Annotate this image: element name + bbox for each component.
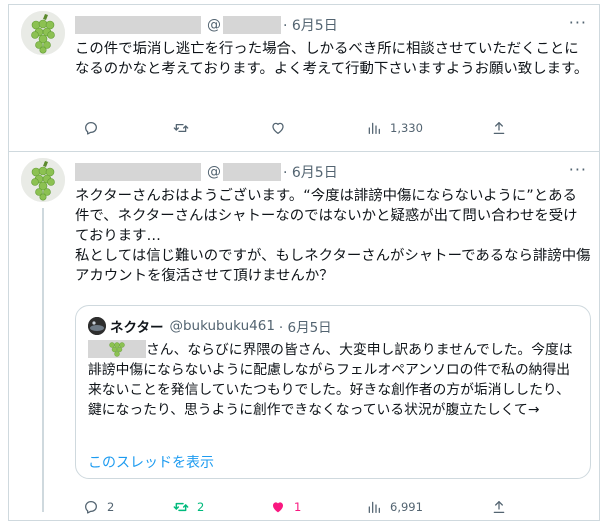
tweet-header: @ · 6月5日 [75, 15, 338, 35]
quoted-date: · 6月5日 [278, 320, 332, 336]
handle-at: @ [207, 17, 221, 33]
grape-icon [109, 342, 125, 357]
quoted-body: さん、ならびに界隈の皆さん、大変申し訳ありませんでした。今度は誹謗中傷にならない… [88, 342, 573, 418]
like-count: 1 [294, 500, 302, 514]
quoted-tweet-header: ネクター @bukubuku461 · 6月5日 [88, 316, 332, 336]
redacted-handle [223, 16, 281, 34]
redacted-display-name [75, 16, 201, 34]
views-button[interactable]: 1,330 [366, 118, 423, 138]
redacted-display-name [75, 163, 201, 181]
avatar[interactable] [21, 11, 65, 55]
quoted-handle: @bukubuku461 [169, 318, 275, 334]
views-bar-chart-icon [368, 122, 380, 134]
tweet-paragraph: 私としては信じ難いのですが、もしネクターさんがシャトーであるなら誹謗中傷アカウン… [75, 248, 591, 284]
reply-icon [85, 122, 97, 135]
more-options-icon[interactable]: ··· [569, 13, 587, 32]
share-button[interactable] [491, 497, 507, 517]
tweet-actions: 2 2 1 6,991 [75, 497, 505, 517]
tweet-date[interactable]: · 6月5日 [283, 162, 338, 182]
timeline: @ · 6月5日 ··· この件で垢消し逃亡を行った場合、しかるべき所に相談させ… [8, 4, 600, 521]
handle-at: @ [207, 164, 221, 180]
quoted-avatar [88, 317, 106, 335]
share-button[interactable] [491, 118, 507, 138]
like-button[interactable] [270, 118, 294, 138]
quoted-display-name: ネクター [110, 320, 164, 336]
reply-button[interactable]: 2 [83, 497, 114, 517]
reply-button[interactable] [83, 118, 107, 138]
grape-icon [21, 11, 65, 55]
tweet-date[interactable]: · 6月5日 [283, 15, 338, 35]
views-bar-chart-icon [368, 501, 380, 513]
retweet-icon [173, 502, 189, 512]
redacted-handle [223, 163, 281, 181]
views-count: 6,991 [390, 500, 423, 514]
redacted-mention [88, 340, 146, 358]
retweet-count: 2 [197, 500, 205, 514]
retweet-button[interactable]: 2 [173, 497, 204, 517]
reply-icon [85, 501, 97, 514]
tweet-actions: 1,330 [75, 118, 505, 138]
avatar[interactable] [21, 158, 65, 202]
retweet-button[interactable] [173, 118, 197, 138]
share-icon [493, 501, 505, 513]
views-button[interactable]: 6,991 [366, 497, 423, 517]
tweet-text: この件で垢消し逃亡を行った場合、しかるべき所に相談させていただくことになるのかな… [75, 41, 589, 77]
tweet[interactable]: @ · 6月5日 ··· この件で垢消し逃亡を行った場合、しかるべき所に相談させ… [9, 5, 599, 152]
quoted-text: さん、ならびに界隈の皆さん、大変申し訳ありませんでした。今度は誹謗中傷にならない… [88, 340, 582, 420]
tweet-text: ネクターさんおはようございます。“今度は誹謗中傷にならないように”とある件で、ネ… [75, 186, 591, 286]
share-icon [493, 122, 505, 134]
show-thread-link[interactable]: このスレッドを表示 [88, 452, 214, 472]
heart-filled-icon [273, 502, 283, 513]
tweet-header: @ · 6月5日 [75, 162, 338, 182]
bubble-avatar-icon [88, 317, 106, 335]
quoted-tweet[interactable]: ネクター @bukubuku461 · 6月5日 さん、ならびに界隈の皆さん、大… [75, 305, 591, 479]
more-options-icon[interactable]: ··· [569, 160, 587, 179]
heart-icon [272, 122, 284, 134]
views-count: 1,330 [390, 121, 423, 135]
retweet-icon [173, 124, 189, 132]
tweet[interactable]: @ · 6月5日 ··· ネクターさんおはようございます。“今度は誹謗中傷になら… [9, 152, 599, 522]
reply-count: 2 [107, 500, 115, 514]
tweet-paragraph: ネクターさんおはようございます。“今度は誹謗中傷にならないように”とある件で、ネ… [75, 188, 578, 244]
thread-line [42, 208, 44, 512]
grape-icon [21, 158, 65, 202]
like-button[interactable]: 1 [270, 497, 301, 517]
